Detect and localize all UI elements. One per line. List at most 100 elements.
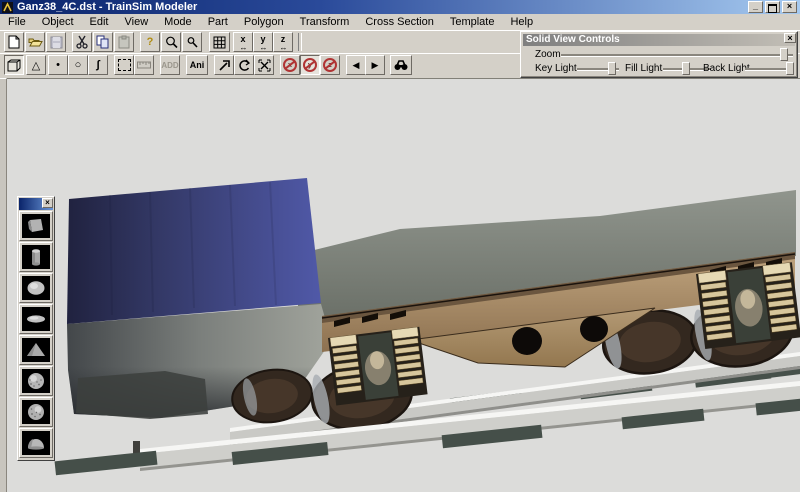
rotate-tool-button[interactable] bbox=[234, 55, 254, 75]
textured-sphere-icon bbox=[24, 371, 48, 391]
3d-viewport[interactable]: × bbox=[7, 78, 800, 492]
ruler-icon bbox=[137, 61, 151, 69]
fill-light-slider-label: Fill Light bbox=[625, 63, 662, 74]
zoom-slider[interactable] bbox=[561, 54, 793, 56]
menu-object[interactable]: Object bbox=[34, 14, 82, 30]
point-icon: • bbox=[56, 59, 60, 71]
solid-view-controls-title[interactable]: Solid View Controls bbox=[523, 34, 795, 46]
find-button[interactable] bbox=[390, 55, 412, 75]
menu-transform[interactable]: Transform bbox=[292, 14, 358, 30]
key-light-slider-thumb[interactable] bbox=[608, 62, 616, 75]
measure-button[interactable] bbox=[134, 55, 154, 75]
palette-cylinder-tool[interactable] bbox=[19, 242, 53, 272]
menu-edit[interactable]: Edit bbox=[82, 14, 117, 30]
cylinder-icon bbox=[24, 247, 48, 267]
dome-icon bbox=[24, 433, 48, 453]
lock-x-button[interactable]: x bbox=[280, 55, 300, 75]
toolbar-separator bbox=[298, 33, 302, 51]
scale-tool-button[interactable] bbox=[254, 55, 274, 75]
rotate-icon bbox=[238, 59, 251, 72]
cab-underside bbox=[76, 371, 208, 419]
menu-mode[interactable]: Mode bbox=[156, 14, 200, 30]
binoculars-icon bbox=[394, 60, 408, 71]
menu-bar: File Object Edit View Mode Part Polygon … bbox=[0, 14, 800, 30]
open-folder-icon bbox=[28, 36, 43, 48]
open-button[interactable] bbox=[25, 32, 45, 52]
scene-render bbox=[7, 78, 800, 492]
menu-part[interactable]: Part bbox=[200, 14, 236, 30]
move-tool-button[interactable] bbox=[214, 55, 234, 75]
zoom-in-button[interactable] bbox=[161, 32, 181, 52]
solid-view-controls-panel: Solid View Controls × Zoom Key Light Fil… bbox=[520, 31, 798, 78]
prev-part-button[interactable]: ◀ bbox=[346, 55, 366, 75]
copy-icon bbox=[96, 35, 110, 49]
copy-button[interactable] bbox=[93, 32, 113, 52]
palette-textured-sphere-tool[interactable] bbox=[19, 366, 53, 396]
menu-cross-section[interactable]: Cross Section bbox=[357, 14, 441, 30]
circle-tool-button[interactable]: ○ bbox=[68, 55, 88, 75]
zoom-out-button[interactable] bbox=[182, 32, 202, 52]
save-button[interactable] bbox=[46, 32, 66, 52]
palette-box-tool[interactable] bbox=[19, 211, 53, 241]
new-file-icon bbox=[8, 35, 20, 49]
back-light-slider[interactable] bbox=[745, 68, 793, 70]
sphere-icon bbox=[24, 278, 48, 298]
trainsim-modeler-window: Ganz38_4C.dst - TrainSim Modeler _ × Fil… bbox=[0, 0, 800, 492]
restore-button[interactable] bbox=[765, 1, 780, 13]
zoom-slider-thumb[interactable] bbox=[780, 48, 788, 61]
box-icon bbox=[24, 216, 48, 236]
palette-dome-tool[interactable] bbox=[19, 428, 53, 458]
solid-view-controls-close-button[interactable]: × bbox=[784, 33, 796, 43]
key-light-slider-label: Key Light bbox=[535, 63, 577, 74]
window-title: Ganz38_4C.dst - TrainSim Modeler bbox=[17, 0, 197, 14]
grid-icon bbox=[213, 36, 226, 49]
palette-cone-tool[interactable] bbox=[19, 335, 53, 365]
new-button[interactable] bbox=[4, 32, 24, 52]
cut-button[interactable] bbox=[72, 32, 92, 52]
palette-title-bar[interactable]: × bbox=[19, 198, 53, 210]
palette-close-button[interactable]: × bbox=[42, 198, 53, 208]
curve-icon: ∫ bbox=[96, 59, 99, 71]
animate-button[interactable]: Ani bbox=[186, 55, 208, 75]
menu-file[interactable]: File bbox=[0, 14, 34, 30]
spring-assembly-front-left bbox=[328, 327, 428, 406]
palette-disc-tool[interactable] bbox=[19, 304, 53, 334]
add-button[interactable]: ADD bbox=[160, 55, 180, 75]
curve-tool-button[interactable]: ∫ bbox=[88, 55, 108, 75]
shape-palette: × bbox=[17, 196, 55, 461]
resize-diagonal-icon bbox=[258, 59, 271, 72]
menu-help[interactable]: Help bbox=[502, 14, 541, 30]
point-tool-button[interactable]: • bbox=[48, 55, 68, 75]
circle-icon: ○ bbox=[75, 59, 82, 71]
spring-assembly-front-right bbox=[696, 262, 800, 349]
help-button[interactable]: ? bbox=[140, 32, 160, 52]
grid-toggle-button[interactable] bbox=[209, 32, 230, 52]
no-x-icon: x bbox=[283, 58, 297, 72]
fill-light-slider-thumb[interactable] bbox=[682, 62, 690, 75]
paste-button[interactable] bbox=[114, 32, 134, 52]
triangle-tool-button[interactable]: △ bbox=[26, 55, 46, 75]
menu-template[interactable]: Template bbox=[442, 14, 503, 30]
mirror-x-button[interactable]: x↔ bbox=[233, 32, 253, 52]
help-icon: ? bbox=[147, 36, 154, 48]
box-tool-button[interactable] bbox=[4, 55, 24, 75]
minimize-button[interactable]: _ bbox=[748, 1, 763, 13]
app-icon bbox=[2, 2, 13, 13]
save-disk-icon bbox=[50, 36, 63, 49]
triangle-icon: △ bbox=[32, 59, 40, 72]
close-button[interactable]: × bbox=[782, 1, 797, 13]
back-light-slider-label: Back Light bbox=[703, 63, 750, 74]
select-rect-button[interactable] bbox=[114, 55, 134, 75]
palette-textured-sphere2-tool[interactable] bbox=[19, 397, 53, 427]
menu-view[interactable]: View bbox=[117, 14, 157, 30]
next-part-button[interactable]: ▶ bbox=[365, 55, 385, 75]
key-light-slider[interactable] bbox=[577, 68, 619, 70]
palette-sphere-tool[interactable] bbox=[19, 273, 53, 303]
menu-polygon[interactable]: Polygon bbox=[236, 14, 292, 30]
lock-z-button[interactable]: z bbox=[320, 55, 340, 75]
mirror-z-button[interactable]: z↔ bbox=[273, 32, 293, 52]
mirror-y-button[interactable]: y↔ bbox=[253, 32, 273, 52]
disc-icon bbox=[24, 309, 48, 329]
lock-y-button[interactable]: y bbox=[300, 55, 320, 75]
back-light-slider-thumb[interactable] bbox=[786, 62, 794, 75]
